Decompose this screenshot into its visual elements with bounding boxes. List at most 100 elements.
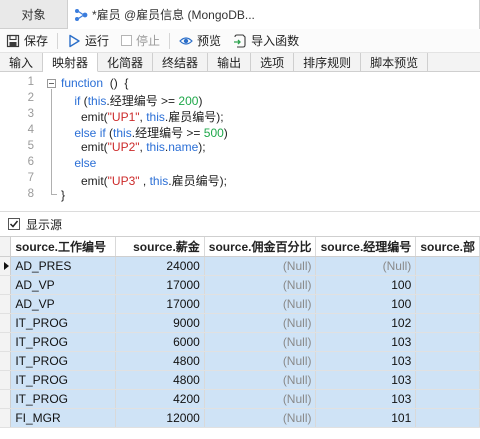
row-indicator[interactable] — [0, 332, 12, 352]
show-source-checkbox[interactable] — [8, 218, 20, 230]
table-cell[interactable]: (Null) — [204, 370, 317, 390]
table-cell[interactable]: 103 — [315, 351, 417, 371]
table-cell[interactable]: 100 — [315, 275, 417, 295]
code-editor[interactable]: 1 2 3 4 5 6 7 8 function () { if (this.经… — [0, 72, 480, 209]
table-cell[interactable]: IT_PROG — [10, 313, 117, 333]
table-cell[interactable]: 24000 — [115, 256, 205, 276]
table-cell-overflow[interactable] — [415, 408, 480, 428]
table-cell[interactable]: 4800 — [115, 370, 205, 390]
save-button[interactable]: 保存 — [0, 30, 54, 52]
tab-3[interactable]: 终结器 — [153, 53, 209, 72]
table-cell-overflow[interactable] — [415, 370, 480, 390]
table-row[interactable]: FI_MGR 12000 (Null) 101 — [0, 408, 480, 428]
import-function-icon — [234, 33, 246, 48]
tab-6[interactable]: 排序规则 — [294, 53, 362, 72]
editor-subtabs: 输入 映射器 化简器 终结器 输出 选项 排序规则 脚本预览 — [0, 53, 480, 72]
table-row[interactable]: IT_PROG 9000 (Null) 102 — [0, 313, 480, 333]
table-cell[interactable]: 17000 — [115, 275, 205, 295]
line-number: 5 — [27, 140, 34, 152]
run-button[interactable]: 运行 — [61, 30, 115, 52]
import-function-button[interactable]: 导入函数 — [227, 30, 305, 52]
table-cell[interactable]: 9000 — [115, 313, 205, 333]
row-indicator[interactable] — [0, 275, 12, 295]
table-row[interactable]: IT_PROG 4800 (Null) 103 — [0, 351, 480, 371]
table-cell[interactable]: IT_PROG — [10, 332, 117, 352]
table-row[interactable]: IT_PROG 4800 (Null) 103 — [0, 370, 480, 390]
table-cell[interactable]: 100 — [315, 294, 417, 314]
tab-objects[interactable]: 对象 — [0, 0, 68, 29]
table-cell-overflow[interactable] — [415, 294, 480, 314]
table-cell[interactable]: 103 — [315, 332, 417, 352]
table-cell-overflow[interactable] — [415, 275, 480, 295]
grid-header-row: source.工作编号 source.薪金 source.佣金百分比 source.经… — [0, 237, 480, 257]
row-indicator[interactable] — [0, 294, 12, 314]
table-cell[interactable]: (Null) — [315, 256, 417, 276]
row-indicator[interactable] — [0, 313, 12, 333]
table-cell[interactable]: (Null) — [204, 389, 317, 409]
row-indicator[interactable] — [0, 370, 12, 390]
table-cell-overflow[interactable] — [415, 256, 480, 276]
table-cell[interactable]: (Null) — [204, 256, 317, 276]
subtab-label: 脚本预览 — [370, 56, 419, 70]
table-cell[interactable]: AD_PRES — [10, 256, 117, 276]
row-indicator[interactable] — [0, 256, 12, 276]
table-cell[interactable]: 17000 — [115, 294, 205, 314]
table-cell[interactable]: (Null) — [204, 313, 317, 333]
run-label: 运行 — [85, 34, 110, 48]
table-row[interactable]: IT_PROG 4200 (Null) 103 — [0, 389, 480, 409]
table-row[interactable]: IT_PROG 6000 (Null) 103 — [0, 332, 480, 352]
table-cell[interactable]: AD_VP — [10, 275, 117, 295]
table-cell[interactable]: 102 — [315, 313, 417, 333]
table-cell[interactable]: IT_PROG — [10, 370, 117, 390]
column-header[interactable]: source.佣金百分比 — [204, 237, 317, 257]
table-row[interactable]: AD_VP 17000 (Null) 100 — [0, 294, 480, 314]
table-cell-overflow[interactable] — [415, 389, 480, 409]
table-cell[interactable]: 103 — [315, 370, 417, 390]
table-cell[interactable]: 6000 — [115, 332, 205, 352]
table-cell-overflow[interactable] — [415, 351, 480, 371]
column-header[interactable]: source.部 — [415, 237, 480, 257]
save-label: 保存 — [24, 34, 49, 48]
table-cell[interactable]: 4200 — [115, 389, 205, 409]
table-cell[interactable]: (Null) — [204, 332, 317, 352]
tab-2[interactable]: 化简器 — [98, 53, 154, 72]
tab-7[interactable]: 脚本预览 — [361, 53, 429, 72]
table-cell[interactable]: 103 — [315, 389, 417, 409]
preview-button[interactable]: 预览 — [173, 30, 227, 52]
tab-5[interactable]: 选项 — [251, 53, 295, 72]
show-source-toggle[interactable]: 显示源 — [0, 211, 480, 236]
table-cell[interactable]: (Null) — [204, 408, 317, 428]
table-cell-overflow[interactable] — [415, 332, 480, 352]
fold-toggle[interactable] — [47, 79, 56, 88]
row-indicator[interactable] — [0, 351, 12, 371]
source-data-grid[interactable]: source.工作编号 source.薪金 source.佣金百分比 source.经… — [0, 236, 480, 439]
table-row[interactable]: AD_PRES 24000 (Null) (Null) — [0, 256, 480, 276]
table-cell[interactable]: 101 — [315, 408, 417, 428]
stop-button[interactable]: 停止 — [115, 30, 166, 52]
column-header[interactable]: source.薪金 — [115, 237, 205, 257]
column-header[interactable]: source.经理编号 — [315, 237, 417, 257]
tab-1[interactable]: 映射器 — [43, 53, 99, 72]
row-indicator[interactable] — [0, 408, 12, 428]
save-icon — [6, 34, 20, 47]
table-cell[interactable]: AD_VP — [10, 294, 117, 314]
table-cell[interactable]: FI_MGR — [10, 408, 117, 428]
tab-mapreduce-editor[interactable]: *雇员 @雇员信息 (MongoDB... — [68, 0, 480, 29]
table-cell[interactable]: (Null) — [204, 294, 317, 314]
table-row[interactable]: AD_VP 17000 (Null) 100 — [0, 275, 480, 295]
line-number: 6 — [27, 156, 34, 168]
row-indicator[interactable] — [0, 389, 12, 409]
show-source-label: 显示源 — [26, 217, 63, 232]
code-line: } — [61, 188, 66, 202]
table-cell[interactable]: (Null) — [204, 351, 317, 371]
table-cell[interactable]: 4800 — [115, 351, 205, 371]
tab-4[interactable]: 输出 — [208, 53, 252, 72]
column-header[interactable]: source.工作编号 — [10, 237, 117, 257]
table-cell-overflow[interactable] — [415, 313, 480, 333]
table-cell[interactable]: (Null) — [204, 275, 317, 295]
table-cell[interactable]: IT_PROG — [10, 389, 117, 409]
subtab-label: 化简器 — [107, 56, 144, 70]
table-cell[interactable]: 12000 — [115, 408, 205, 428]
tab-0[interactable]: 输入 — [0, 53, 44, 72]
table-cell[interactable]: IT_PROG — [10, 351, 117, 371]
